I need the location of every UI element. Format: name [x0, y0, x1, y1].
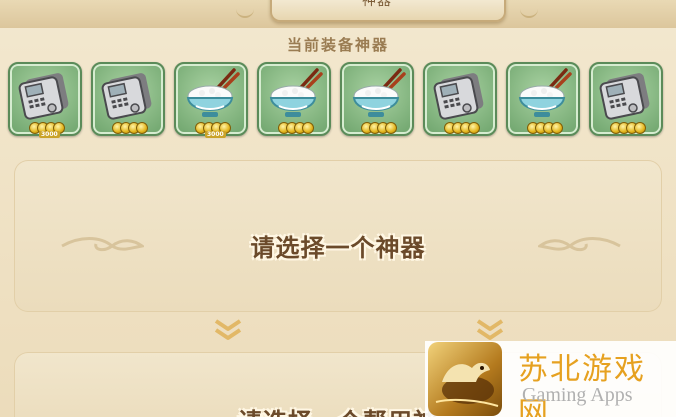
artifact-slot[interactable]: 3000	[174, 62, 248, 138]
equipped-title: 当前装备神器	[286, 36, 389, 54]
artifact-slot[interactable]	[589, 62, 663, 136]
game-screen: 神器 当前装备神器 3000 3000 请选择一个神器 苏北游戏网 Gaming…	[0, 0, 676, 417]
coin-row-icon	[278, 122, 314, 134]
coin-row-icon	[610, 122, 646, 134]
rarity-label: 3000	[205, 131, 226, 138]
select-artifact-prompt[interactable]: 请选择一个神器	[0, 228, 676, 263]
artifact-slot[interactable]	[91, 62, 165, 136]
chevron-down-icon[interactable]	[475, 318, 505, 342]
coin-row-icon: 3000	[29, 122, 65, 138]
header-tab-label: 神器	[362, 0, 392, 9]
equipped-slots: 3000 3000	[8, 62, 676, 146]
chevron-down-icon[interactable]	[213, 318, 243, 342]
rarity-label: 3000	[39, 131, 60, 138]
duck-logo-icon	[428, 342, 502, 416]
artifact-slot[interactable]	[257, 62, 331, 136]
coin-row-icon	[112, 122, 148, 134]
coin-row-icon	[361, 122, 397, 134]
watermark-subtitle: Gaming Apps	[522, 384, 633, 406]
artifact-slot[interactable]	[340, 62, 414, 136]
artifact-slot[interactable]	[506, 62, 580, 136]
artifact-slot[interactable]: 3000	[8, 62, 82, 138]
header-tab[interactable]: 神器	[270, 0, 506, 22]
coin-row-icon	[527, 122, 563, 134]
artifact-slot[interactable]	[423, 62, 497, 136]
coin-row-icon: 3000	[195, 122, 231, 138]
coin-row-icon	[444, 122, 480, 134]
